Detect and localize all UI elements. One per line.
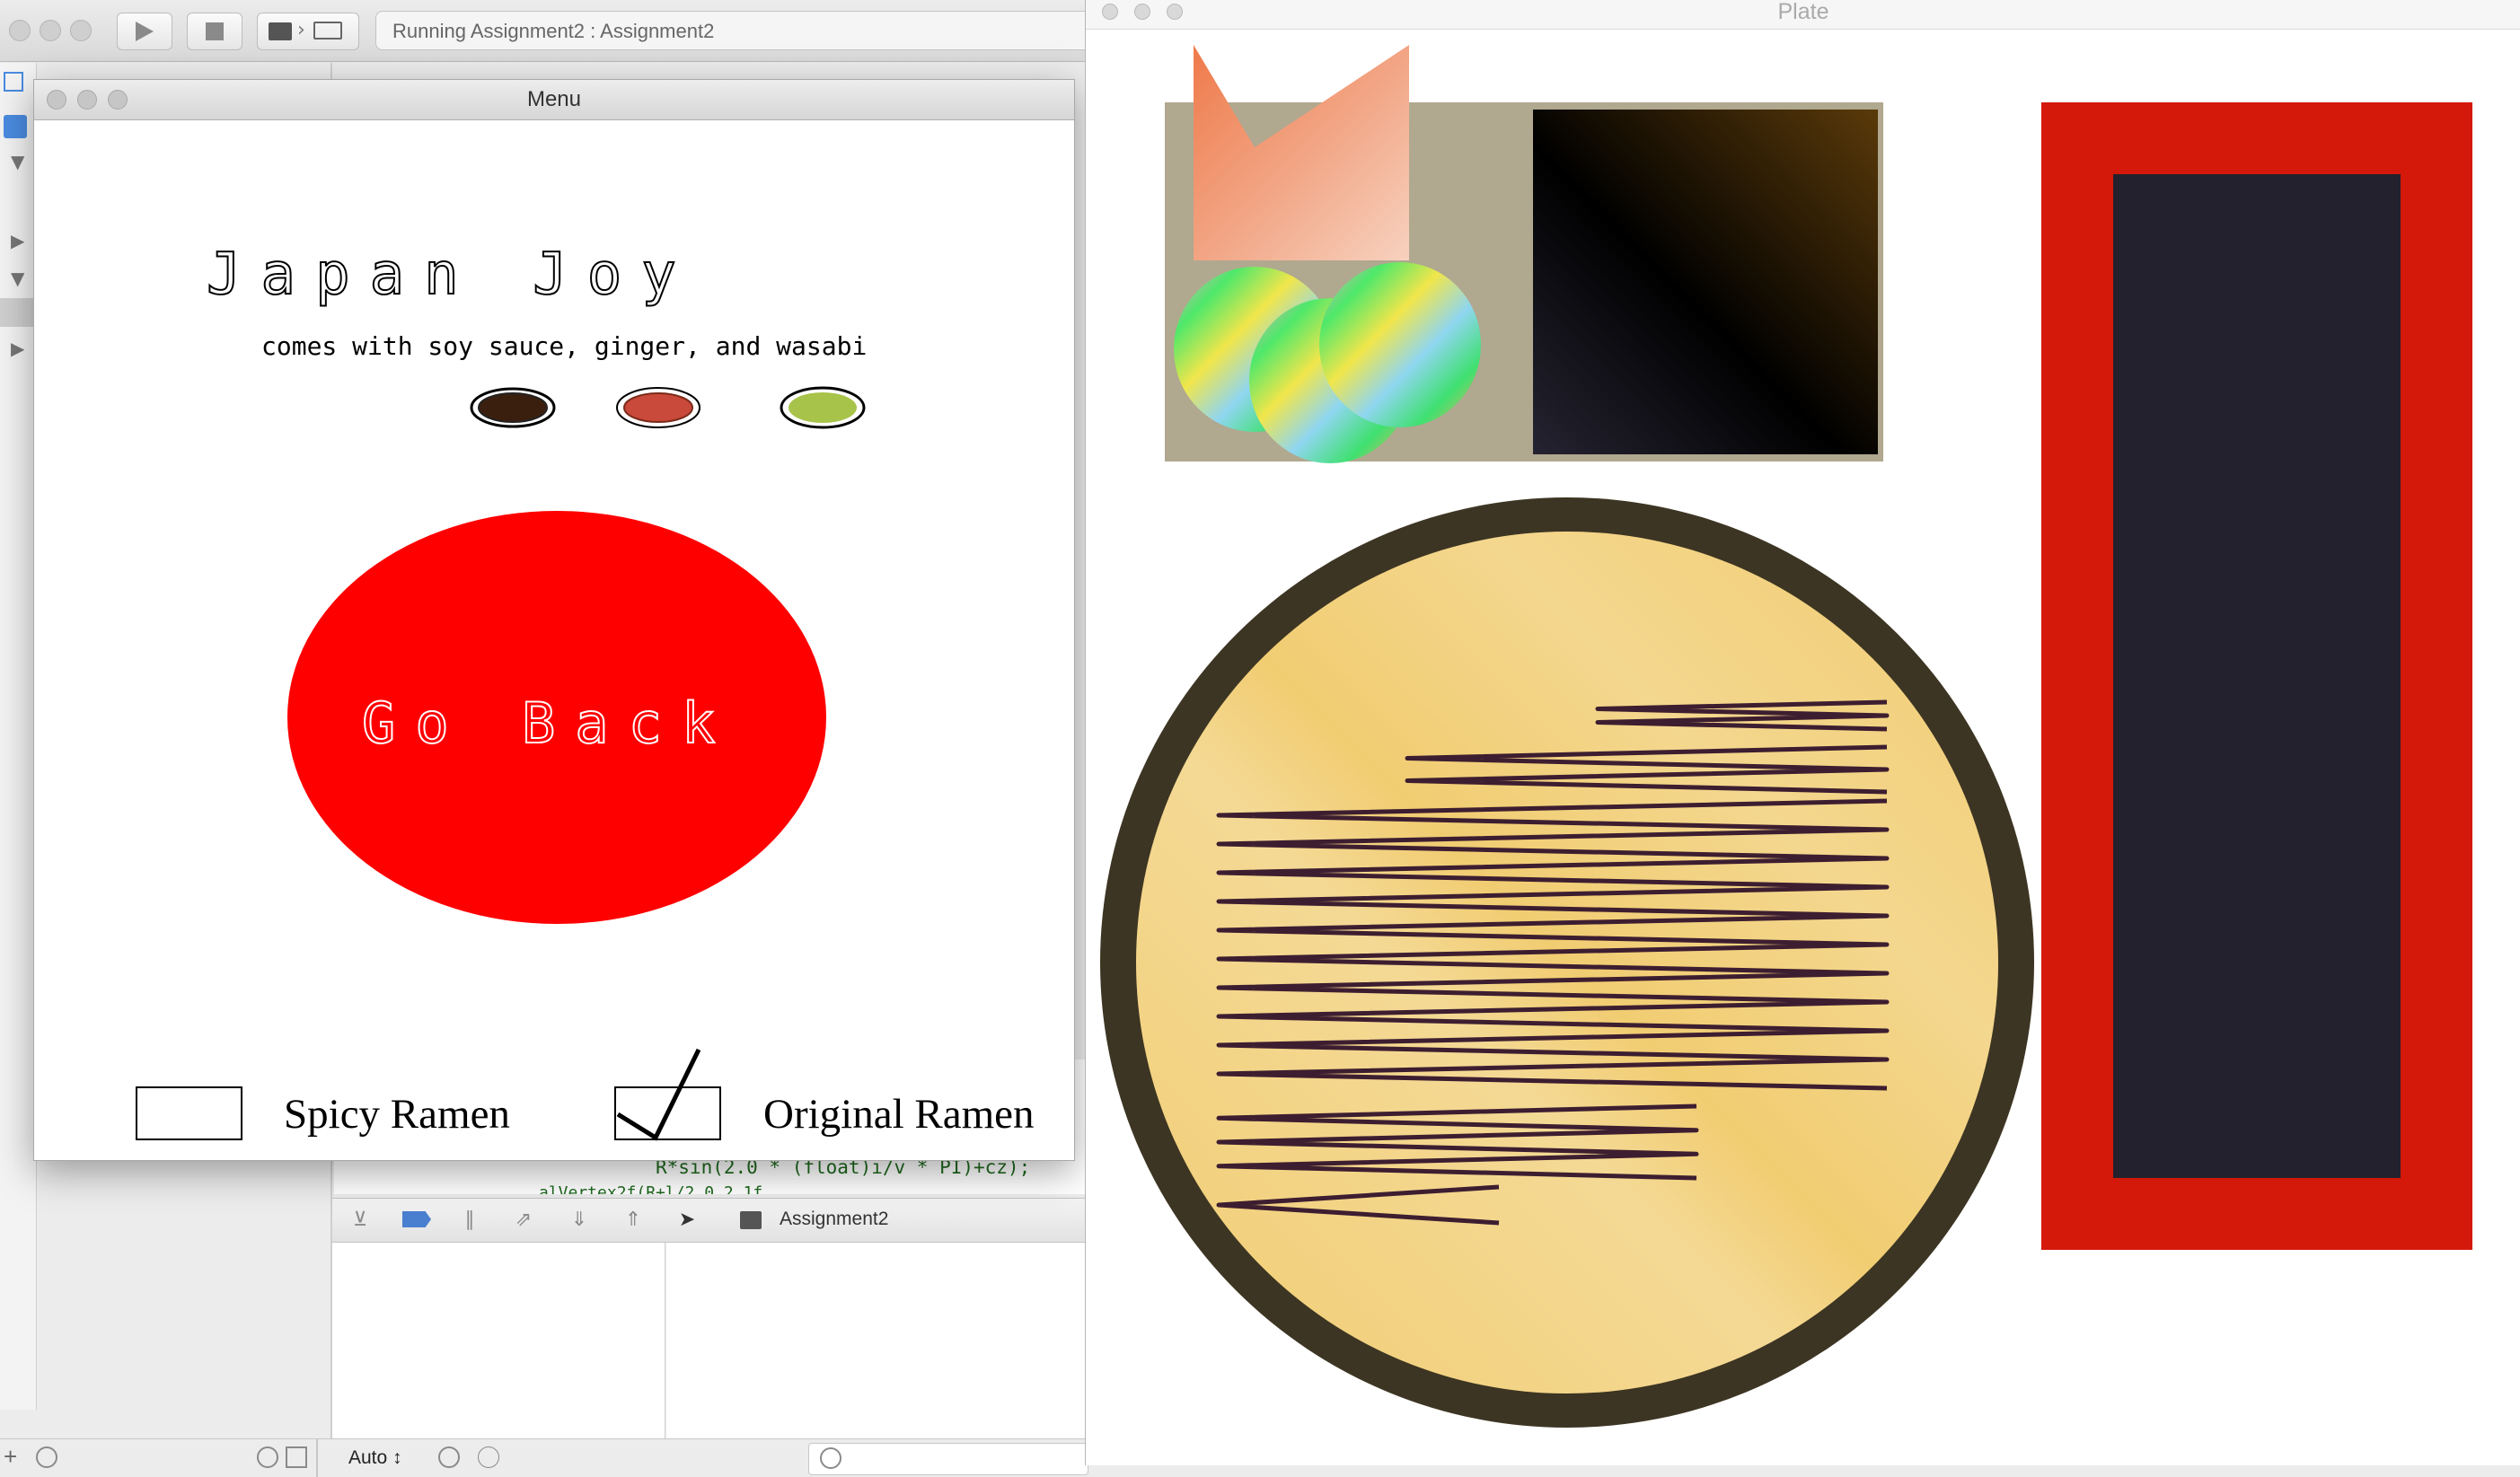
project-navigator-icon[interactable] xyxy=(4,72,23,92)
go-back-label: Go Back xyxy=(362,690,735,756)
menu-canvas: Japan Joy comes with soy sauce, ginger, … xyxy=(136,241,1035,1141)
debug-target-label: Assignment2 xyxy=(780,1209,889,1229)
debug-bar: ⊻ ∥ ⇗ ⇓ ⇑ ➤ xyxy=(332,1198,1087,1243)
window-title: Plate xyxy=(1086,0,2520,30)
recent-icon[interactable] xyxy=(257,1446,278,1468)
pause-icon[interactable]: ∥ xyxy=(458,1209,481,1231)
window-title: Menu xyxy=(34,80,1074,120)
step-into-icon[interactable]: ⇓ xyxy=(568,1209,591,1231)
condiment-wasabi-icon xyxy=(780,386,866,429)
console-view xyxy=(666,1243,1087,1440)
add-icon[interactable]: + xyxy=(4,1443,17,1471)
minimize-window-button[interactable] xyxy=(1134,4,1150,20)
filter-icon[interactable] xyxy=(36,1446,57,1468)
original-ramen-option[interactable]: Original Ramen xyxy=(614,1048,1035,1141)
original-ramen-label: Original Ramen xyxy=(763,1091,1035,1138)
info-icon[interactable] xyxy=(478,1446,499,1468)
origami-garnish xyxy=(1194,45,1409,260)
scheme-icon xyxy=(269,22,292,40)
bottom-bar: + xyxy=(0,1438,1088,1477)
plate-window: Plate xyxy=(1085,0,2520,1465)
close-window-button[interactable] xyxy=(1102,4,1118,20)
variables-scope-popup[interactable]: Auto ↕ xyxy=(348,1447,402,1469)
scheme-selector[interactable]: › xyxy=(257,13,359,50)
disclosure-down-icon[interactable]: ▼ xyxy=(11,268,24,289)
close-window-button[interactable] xyxy=(47,90,66,110)
spicy-ramen-label: Spicy Ramen xyxy=(284,1091,510,1138)
file-icon[interactable] xyxy=(4,115,27,138)
menu-heading: Japan Joy xyxy=(207,242,696,308)
filter-icon xyxy=(820,1447,841,1469)
stop-icon xyxy=(206,22,224,40)
condiment-ginger-icon xyxy=(616,387,700,428)
xcode-toolbar: › Running Assignment2 : Assignment2 xyxy=(0,0,1094,62)
spicy-ramen-option[interactable]: Spicy Ramen xyxy=(136,1086,510,1140)
step-out-icon[interactable]: ⇑ xyxy=(621,1209,645,1231)
chopstick-tray xyxy=(2113,174,2401,1178)
hide-debug-area-icon[interactable]: ⊻ xyxy=(348,1209,372,1231)
code-line-partial: alVertex2f(R+l/2.0,2.1f xyxy=(539,1183,763,1194)
disclosure-right-icon[interactable]: ▶ xyxy=(11,338,24,359)
seaweed-sheet xyxy=(1533,110,1878,454)
play-icon xyxy=(136,22,154,41)
spicy-ramen-checkbox[interactable] xyxy=(136,1086,242,1140)
ramen-bowl xyxy=(1100,497,2034,1428)
target-icon xyxy=(740,1211,762,1229)
stop-button[interactable] xyxy=(187,13,242,50)
disclosure-right-icon[interactable]: ▶ xyxy=(11,230,24,251)
zoom-window-button[interactable] xyxy=(1167,4,1183,20)
mac-destination-icon xyxy=(313,22,342,40)
close-window-button[interactable] xyxy=(9,20,31,41)
zoom-window-button[interactable] xyxy=(108,90,128,110)
minimize-window-button[interactable] xyxy=(77,90,97,110)
breakpoint-icon[interactable] xyxy=(402,1211,431,1227)
scm-filter-icon[interactable] xyxy=(286,1446,307,1468)
step-over-icon[interactable]: ⇗ xyxy=(512,1209,535,1231)
run-button[interactable] xyxy=(117,13,172,50)
console-filter-field[interactable] xyxy=(808,1443,1088,1475)
activity-viewer: Running Assignment2 : Assignment2 xyxy=(375,11,1094,50)
separator xyxy=(316,1439,318,1477)
zoom-window-button[interactable] xyxy=(70,20,92,41)
chevron-right-icon: › xyxy=(297,19,305,41)
condiment-soy-sauce-icon xyxy=(470,387,556,428)
location-icon[interactable]: ➤ xyxy=(675,1209,699,1231)
quick-look-icon[interactable] xyxy=(438,1446,460,1468)
menu-window: Menu Japan Joy comes with soy sauce, gin… xyxy=(33,79,1075,1161)
disclosure-down-icon[interactable]: ▼ xyxy=(11,151,24,172)
minimize-window-button[interactable] xyxy=(40,20,61,41)
plate-canvas xyxy=(1100,45,2472,1428)
go-back-button[interactable]: Go Back xyxy=(287,511,826,924)
navigator-strip: ▼ ▶ ▼ ▶ xyxy=(0,63,37,1410)
selected-row xyxy=(0,298,36,327)
menu-subheading: comes with soy sauce, ginger, and wasabi xyxy=(261,331,867,361)
variables-view xyxy=(332,1243,665,1440)
